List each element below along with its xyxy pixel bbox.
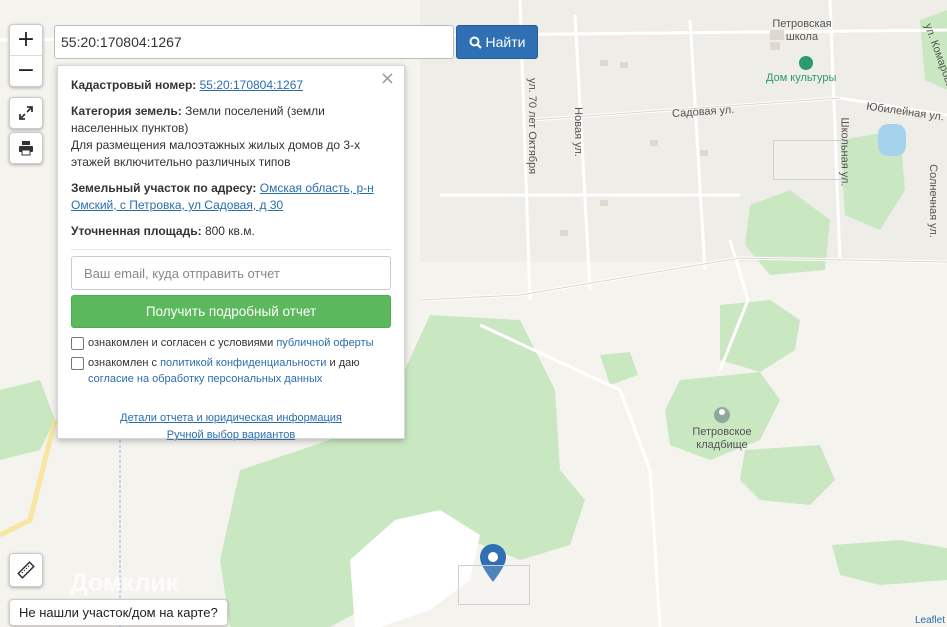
consent-offer-checkbox[interactable] — [71, 337, 84, 350]
category-row: Категория земель: Земли поселений (земли… — [71, 103, 391, 171]
leaflet-attribution[interactable]: Leaflet — [915, 615, 945, 626]
search-button-label: Найти — [485, 34, 526, 50]
cadastral-search-input[interactable] — [54, 25, 454, 59]
printer-icon — [19, 141, 33, 156]
search-button[interactable]: Найти — [456, 25, 538, 59]
area-label: Уточненная площадь: — [71, 224, 202, 238]
consent-offer-text: ознакомлен и согласен с условиями — [88, 337, 274, 349]
parcel-info-popup: × Кадастровый номер: 55:20:170804:1267 К… — [57, 65, 405, 441]
fullscreen-button[interactable] — [9, 97, 43, 129]
domclick-watermark: Домклик — [70, 569, 179, 597]
cadastral-link[interactable]: 55:20:170804:1267 — [200, 78, 303, 92]
map-label-culture: Дом культуры — [766, 72, 837, 84]
address-row: Земельный участок по адресу: Омская обла… — [71, 180, 391, 214]
map-label-solnechnaya: Солнечная ул. — [926, 164, 939, 238]
map-label-school: Петровская школа — [772, 18, 832, 43]
popup-footer-links: Детали отчета и юридическая информация Р… — [71, 410, 391, 444]
ruler-button[interactable] — [9, 553, 43, 587]
consent-privacy-checkbox[interactable] — [71, 357, 84, 370]
map-label-cemetery: Петровское кладбище — [692, 426, 752, 451]
email-field[interactable] — [71, 256, 391, 290]
map-label-oktyabrya: ул. 70 лет Октября — [526, 77, 539, 175]
map-label-shkolnaya: Школьная ул. — [838, 117, 851, 187]
cadastral-row: Кадастровый номер: 55:20:170804:1267 — [71, 77, 391, 94]
report-details-link[interactable]: Детали отчета и юридическая информация — [120, 412, 342, 424]
cadastral-label: Кадастровый номер: — [71, 78, 197, 92]
map-label-novaya: Новая ул. — [571, 107, 584, 157]
consent-privacy: ознакомлен с политикой конфиденциальност… — [71, 355, 391, 387]
broken-image-icon — [773, 140, 845, 180]
search-icon — [469, 36, 482, 49]
consent-privacy-text-a: ознакомлен с — [88, 357, 158, 369]
area-row: Уточненная площадь: 800 кв.м. — [71, 223, 391, 240]
broken-image-icon — [458, 565, 530, 605]
print-button[interactable] — [9, 132, 43, 164]
public-offer-link[interactable]: публичной оферты — [276, 337, 373, 349]
area-value: 800 кв.м. — [204, 224, 255, 238]
ruler-icon — [17, 561, 35, 579]
address-label: Земельный участок по адресу: — [71, 181, 257, 195]
zoom-out-button[interactable]: − — [10, 55, 42, 86]
zoom-control: + − — [9, 24, 43, 87]
privacy-policy-link[interactable]: политикой конфиденциальности — [160, 357, 326, 369]
pond — [878, 124, 906, 156]
expand-icon — [19, 106, 33, 120]
consent-offer: ознакомлен и согласен с условиями публич… — [71, 335, 391, 351]
personal-data-consent-link[interactable]: согласие на обработку персональных данны… — [88, 373, 322, 385]
not-found-button[interactable]: Не нашли участок/дом на карте? — [9, 599, 228, 626]
manual-selection-link[interactable]: Ручной выбор вариантов — [167, 429, 295, 441]
close-icon[interactable]: × — [380, 70, 395, 88]
consent-privacy-text-b: и даю — [329, 357, 360, 369]
category-label: Категория земель: — [71, 104, 182, 118]
usage-text: Для размещения малоэтажных жилых домов д… — [71, 138, 361, 169]
culture-icon — [799, 56, 813, 70]
zoom-in-button[interactable]: + — [10, 25, 42, 55]
get-report-button[interactable]: Получить подробный отчет — [71, 295, 391, 328]
divider — [71, 249, 391, 250]
